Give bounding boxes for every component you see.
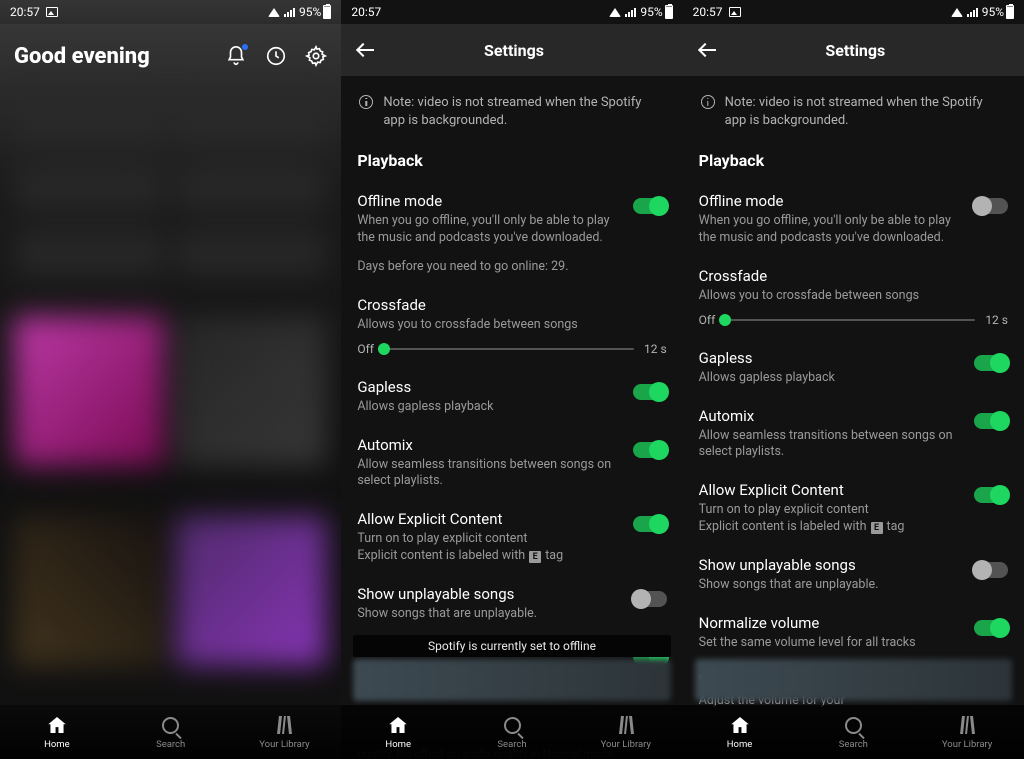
crossfade-slider[interactable]: Off 12 s [357, 338, 666, 370]
panel-settings-b: 20:57 95% Settings Note: video is not st… [683, 0, 1024, 759]
automix-row: AutomixAllow seamless transitions betwee… [357, 428, 666, 503]
video-note: Note: video is not streamed when the Spo… [699, 84, 1008, 145]
settings-icon[interactable] [305, 45, 327, 67]
offline-mode-row: Offline mode When you go offline, you'll… [357, 184, 666, 259]
page-title: Settings [389, 41, 638, 60]
page-title: Settings [731, 41, 980, 60]
info-icon [359, 95, 373, 109]
status-bar: 20:57 95% [0, 0, 341, 24]
battery-icon [665, 5, 673, 19]
screenshot-indicator-icon [46, 7, 58, 17]
gapless-row: GaplessAllows gapless playback [357, 370, 666, 428]
battery-icon [1006, 5, 1014, 19]
signal-icon [967, 7, 978, 17]
arrow-left-icon [700, 42, 716, 58]
unplayable-row: Show unplayable songsShow songs that are… [699, 548, 1008, 606]
unplayable-toggle[interactable] [633, 591, 667, 607]
unplayable-row: Show unplayable songsShow songs that are… [357, 577, 666, 635]
nav-search[interactable]: Search [455, 705, 569, 759]
info-icon [701, 95, 715, 109]
gapless-toggle[interactable] [974, 355, 1008, 371]
panel-home: 20:57 95% Good evening [0, 0, 341, 759]
settings-header: Settings [683, 24, 1024, 76]
normalize-toggle[interactable] [974, 620, 1008, 636]
now-playing-bar-blurred[interactable] [695, 659, 1012, 701]
bottom-nav: Home Search Your Library [0, 705, 341, 759]
explicit-row: Allow Explicit Content Turn on to play e… [699, 473, 1008, 548]
screenshot-indicator-icon [729, 7, 741, 17]
explicit-row: Allow Explicit Content Turn on to play e… [357, 502, 666, 577]
explicit-toggle[interactable] [974, 487, 1008, 503]
battery-icon [323, 5, 331, 19]
offline-days-note: Days before you need to go online: 29. [357, 259, 666, 288]
status-bar: 20:57 95% [341, 0, 682, 24]
bottom-nav: Home Search Your Library [683, 705, 1024, 759]
bottom-nav: Home Search Your Library [341, 705, 682, 759]
home-header: Good evening [0, 24, 341, 88]
explicit-tag-icon: E [871, 522, 883, 534]
now-playing-bar-blurred[interactable] [353, 659, 670, 701]
nav-library[interactable]: Your Library [910, 705, 1024, 759]
battery-percent: 95% [299, 5, 321, 19]
playback-heading: Playback [357, 145, 666, 184]
status-bar: 20:57 95% [683, 0, 1024, 24]
crossfade-row: Crossfade Allows you to crossfade betwee… [357, 288, 666, 338]
nav-library[interactable]: Your Library [569, 705, 683, 759]
clock-time: 20:57 [10, 5, 40, 19]
wifi-icon [951, 8, 963, 17]
recent-icon[interactable] [265, 45, 287, 67]
nav-search[interactable]: Search [114, 705, 228, 759]
automix-row: AutomixAllow seamless transitions betwee… [699, 399, 1008, 474]
unplayable-toggle[interactable] [974, 562, 1008, 578]
offline-toggle[interactable] [633, 198, 667, 214]
playback-heading: Playback [699, 145, 1008, 184]
automix-toggle[interactable] [633, 442, 667, 458]
nav-home[interactable]: Home [683, 705, 797, 759]
back-button[interactable] [355, 39, 377, 61]
gapless-toggle[interactable] [633, 384, 667, 400]
offline-mode-row: Offline modeWhen you go offline, you'll … [699, 184, 1008, 259]
signal-icon [625, 7, 636, 17]
normalize-row: Normalize volumeSet the same volume leve… [699, 606, 1008, 664]
panel-settings-a: 20:57 95% Settings Note: video is not st… [341, 0, 682, 759]
settings-header: Settings [341, 24, 682, 76]
explicit-tag-icon: E [529, 551, 541, 563]
automix-toggle[interactable] [974, 413, 1008, 429]
wifi-icon [609, 8, 621, 17]
wifi-icon [268, 8, 280, 17]
offline-toast: Spotify is currently set to offline [353, 635, 670, 657]
notifications-icon[interactable] [225, 45, 247, 67]
slider-thumb[interactable] [378, 343, 390, 355]
offline-toggle[interactable] [974, 198, 1008, 214]
nav-library[interactable]: Your Library [228, 705, 342, 759]
nav-home[interactable]: Home [341, 705, 455, 759]
nav-home[interactable]: Home [0, 705, 114, 759]
greeting-title: Good evening [14, 44, 150, 69]
nav-search[interactable]: Search [796, 705, 910, 759]
crossfade-row: CrossfadeAllows you to crossfade between… [699, 259, 1008, 309]
home-content-blurred [0, 88, 341, 759]
explicit-toggle[interactable] [633, 516, 667, 532]
back-button[interactable] [697, 39, 719, 61]
arrow-left-icon [358, 42, 374, 58]
crossfade-slider[interactable]: Off 12 s [699, 309, 1008, 341]
video-note: Note: video is not streamed when the Spo… [357, 84, 666, 145]
slider-thumb[interactable] [719, 314, 731, 326]
signal-icon [284, 7, 295, 17]
gapless-row: GaplessAllows gapless playback [699, 341, 1008, 399]
